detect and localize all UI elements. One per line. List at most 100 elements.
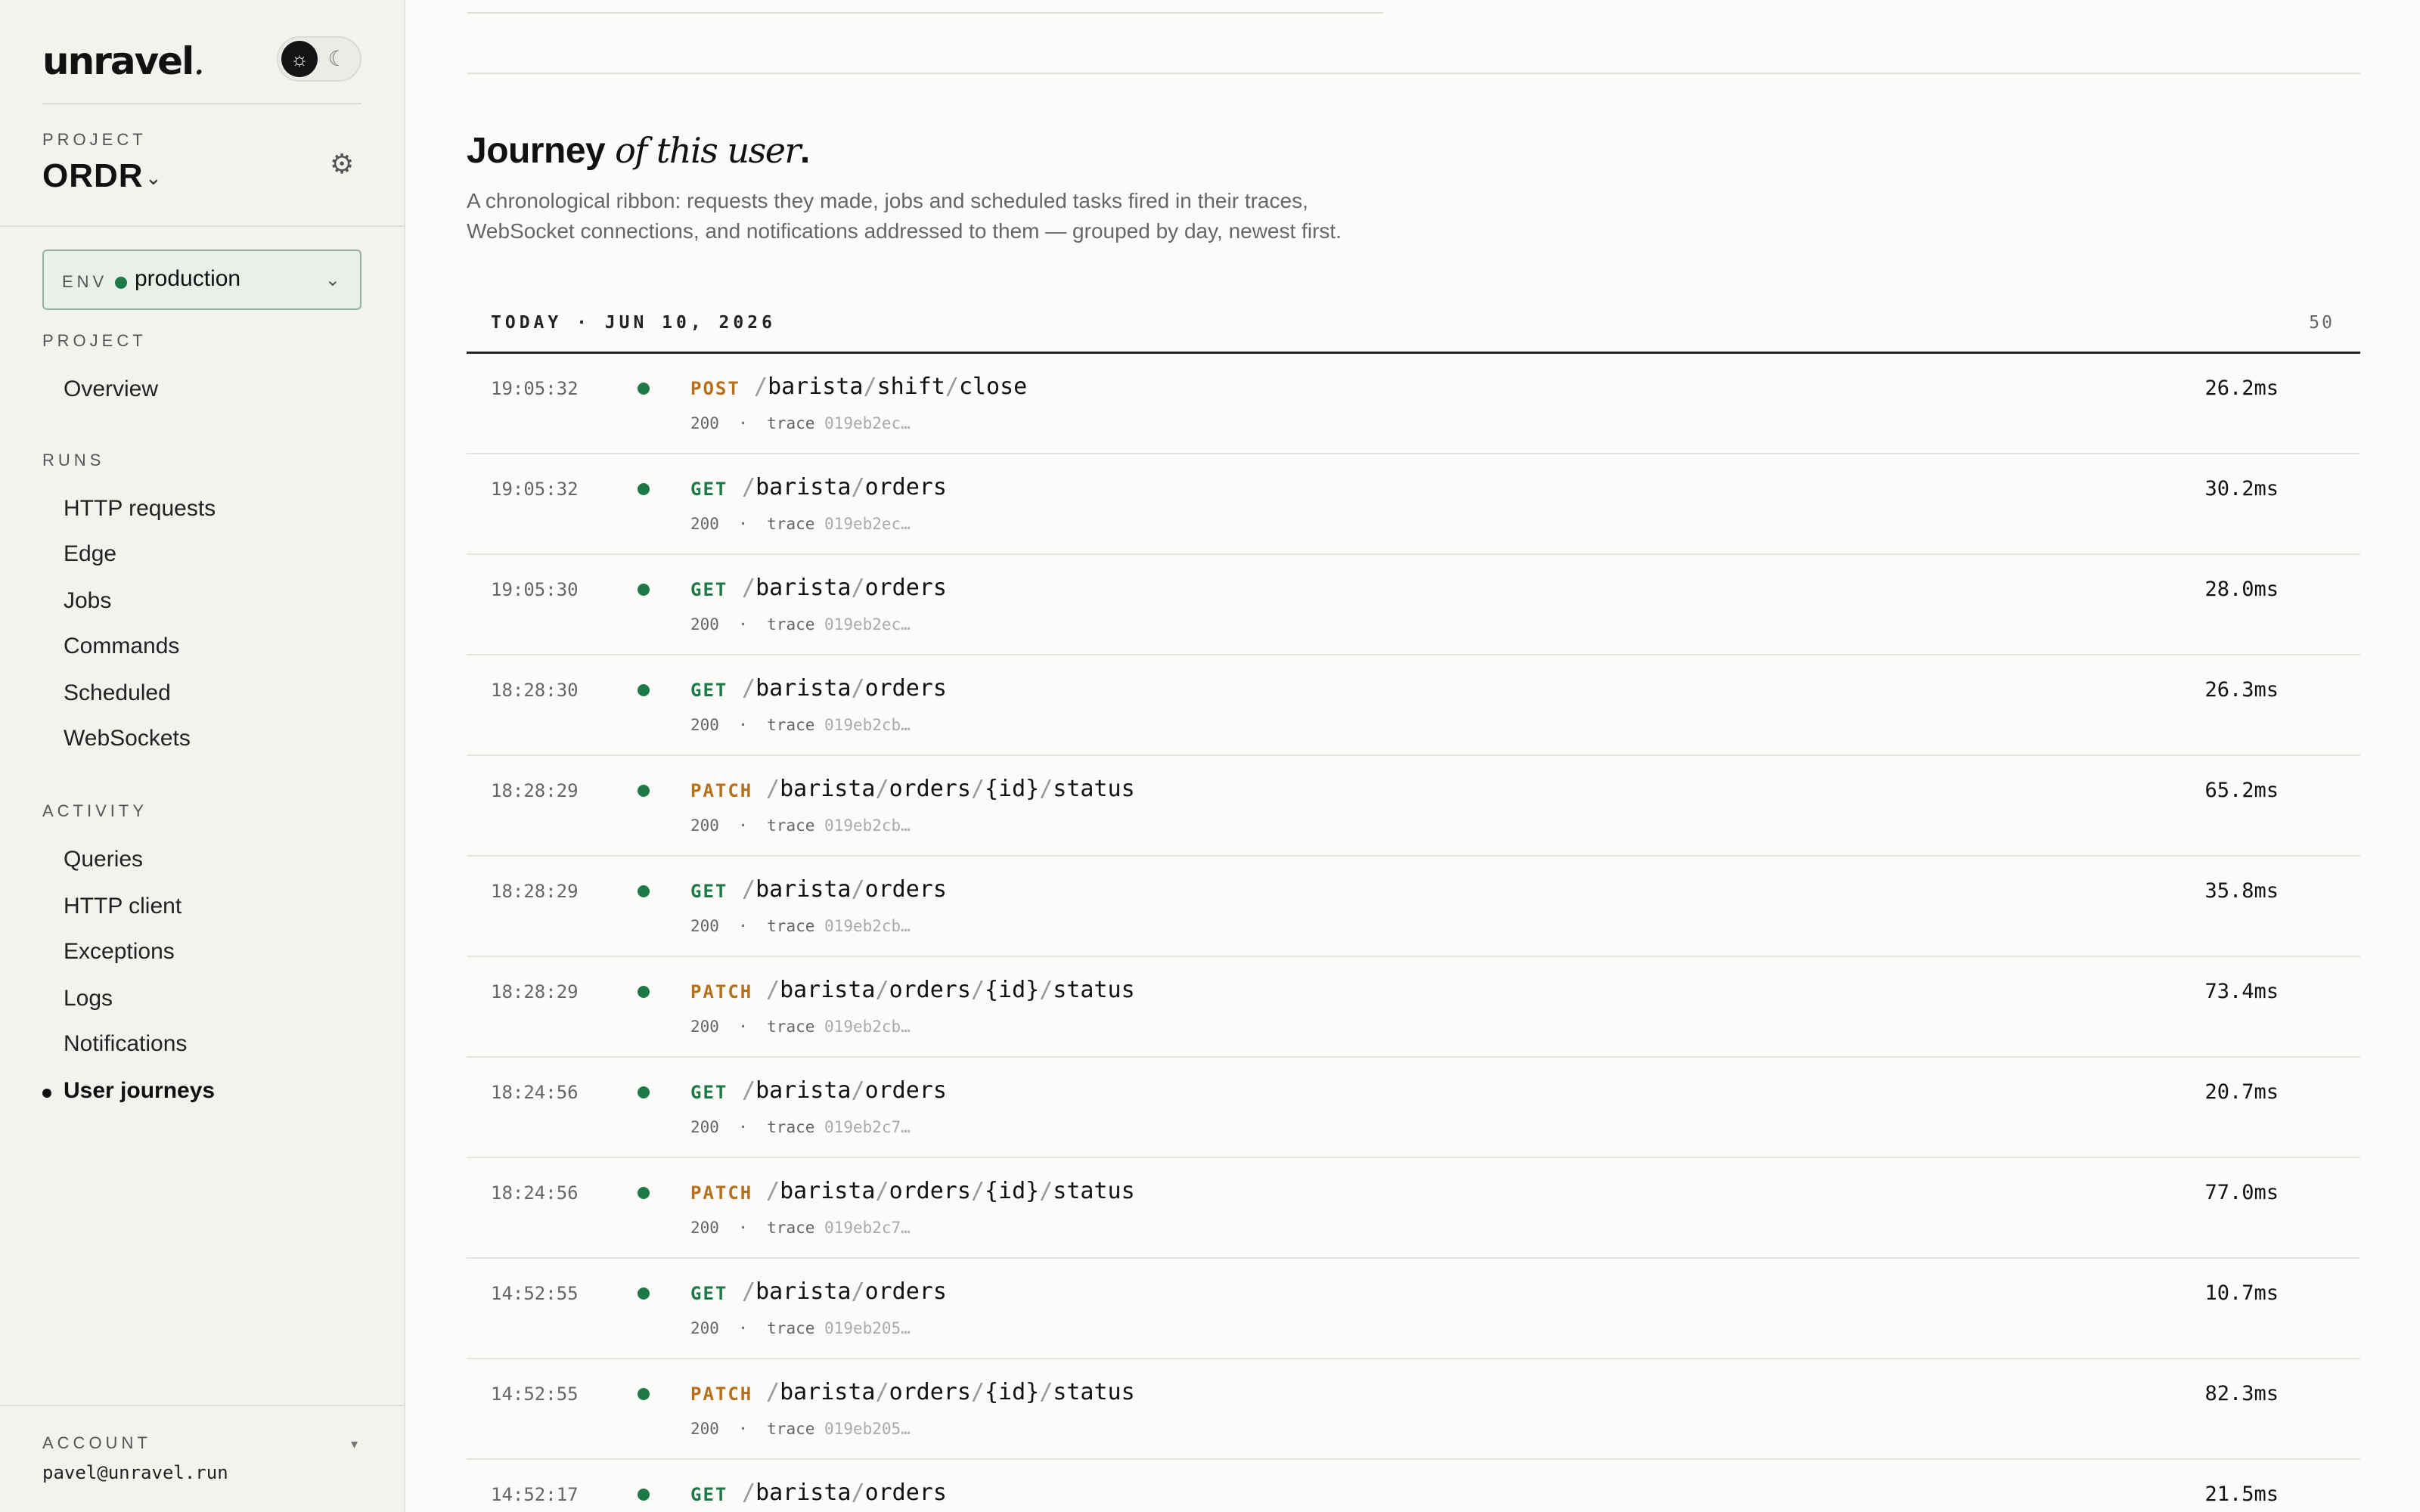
journey-row[interactable]: 18:24:56 GET /barista/orders 200 · trace… (467, 1058, 2360, 1158)
row-path[interactable]: /barista/orders (742, 1278, 947, 1305)
project-label: PROJECT (42, 130, 147, 149)
sidebar-item-overview[interactable]: Overview (64, 376, 158, 402)
row-path[interactable]: /barista/orders/{id}/status (766, 977, 1135, 1003)
row-meta: 200 · trace 019eb2cb… (690, 917, 911, 935)
main-content: Journey of this user. A chronological ri… (406, 0, 2420, 1512)
status-dot (638, 986, 650, 998)
row-path[interactable]: /barista/orders (742, 575, 947, 601)
brand-row: unravel. ☼ ☾ (42, 36, 361, 104)
day-label: TODAY · JUN 10, 2026 (491, 313, 776, 333)
sidebar-item-websockets[interactable]: WebSockets (64, 726, 191, 751)
gear-icon[interactable]: ⚙ (330, 148, 354, 180)
row-duration: 73.4ms (2204, 980, 2279, 1003)
row-method: PATCH (690, 780, 753, 801)
caret-down-icon[interactable]: ▾ (351, 1436, 358, 1452)
row-status: 200 (690, 1219, 719, 1237)
sidebar: unravel. ☼ ☾ PROJECT ORDR ⌄ ⚙ ENV produc… (0, 0, 405, 1512)
row-meta: 200 · trace 019eb2cb… (690, 1018, 911, 1036)
row-status: 200 (690, 615, 719, 634)
row-method: GET (690, 579, 728, 600)
row-trace-id[interactable]: 019eb2c7… (824, 1219, 911, 1237)
sidebar-item-notifications[interactable]: Notifications (64, 1031, 187, 1057)
sidebar-item-user-journeys[interactable]: User journeys (64, 1078, 215, 1104)
journey-row[interactable]: 14:52:55 PATCH /barista/orders/{id}/stat… (467, 1359, 2360, 1460)
sidebar-item-jobs[interactable]: Jobs (64, 588, 111, 614)
sidebar-item-queries[interactable]: Queries (64, 847, 143, 872)
row-trace-label: trace (767, 1018, 815, 1036)
row-path[interactable]: /barista/orders (742, 1479, 947, 1506)
row-trace-id[interactable]: 019eb2cb… (824, 1018, 911, 1036)
row-time: 19:05:32 (491, 378, 579, 399)
account-label: ACCOUNT (42, 1433, 151, 1452)
status-dot (638, 885, 650, 897)
chevron-down-icon[interactable]: ⌄ (145, 166, 162, 190)
row-trace-id[interactable]: 019eb205… (824, 1420, 911, 1438)
row-trace-id[interactable]: 019eb2cb… (824, 716, 911, 734)
row-trace-id[interactable]: 019eb2cb… (824, 816, 911, 835)
journey-row[interactable]: 18:28:29 PATCH /barista/orders/{id}/stat… (467, 756, 2360, 857)
row-method: GET (690, 1082, 728, 1103)
project-name[interactable]: ORDR (42, 157, 144, 195)
status-dot (638, 1287, 650, 1300)
sidebar-item-logs[interactable]: Logs (64, 986, 113, 1012)
sidebar-item-edge[interactable]: Edge (64, 541, 116, 567)
row-path[interactable]: /barista/orders/{id}/status (766, 1379, 1135, 1405)
page-title: Journey of this user. (467, 130, 810, 172)
journey-row[interactable]: 19:05:30 GET /barista/orders 200 · trace… (467, 555, 2360, 655)
row-time: 18:28:29 (491, 780, 579, 801)
sidebar-item-commands[interactable]: Commands (64, 634, 179, 659)
row-status: 200 (690, 1420, 719, 1438)
row-method: PATCH (690, 981, 753, 1002)
logo-mark: . (193, 39, 205, 83)
env-status-dot (115, 277, 127, 289)
row-duration: 26.3ms (2204, 678, 2279, 702)
row-trace-id[interactable]: 019eb2ec… (824, 515, 911, 533)
row-status: 200 (690, 515, 719, 533)
nav-section-project: PROJECT (42, 331, 147, 350)
row-duration: 10.7ms (2204, 1281, 2279, 1305)
journey-row[interactable]: 19:05:32 POST /barista/shift/close 200 ·… (467, 354, 2360, 454)
row-status: 200 (690, 816, 719, 835)
row-trace-label: trace (767, 1118, 815, 1136)
row-trace-label: trace (767, 816, 815, 835)
journey-row[interactable]: 19:05:32 GET /barista/orders 200 · trace… (467, 454, 2360, 555)
journey-row[interactable]: 18:28:29 PATCH /barista/orders/{id}/stat… (467, 957, 2360, 1058)
sidebar-item-scheduled[interactable]: Scheduled (64, 680, 171, 706)
journey-row[interactable]: 18:28:30 GET /barista/orders 200 · trace… (467, 655, 2360, 756)
row-trace-id[interactable]: 019eb2c7… (824, 1118, 911, 1136)
row-path[interactable]: /barista/orders (742, 876, 947, 903)
row-time: 18:28:30 (491, 680, 579, 701)
env-selector[interactable]: ENV production ⌄ (42, 249, 361, 310)
divider (467, 12, 1383, 14)
account-email[interactable]: pavel@unravel.run (42, 1462, 228, 1483)
row-meta: 200 · trace 019eb2ec… (690, 414, 911, 432)
row-path[interactable]: /barista/orders/{id}/status (766, 1178, 1135, 1204)
row-path[interactable]: /barista/orders (742, 474, 947, 500)
row-path[interactable]: /barista/orders (742, 1077, 947, 1104)
moon-icon[interactable]: ☾ (322, 42, 352, 76)
row-time: 19:05:32 (491, 479, 579, 500)
row-method: GET (690, 680, 728, 701)
sidebar-item-http-requests[interactable]: HTTP requests (64, 496, 216, 522)
row-status: 200 (690, 1319, 719, 1337)
theme-toggle[interactable]: ☼ ☾ (277, 36, 361, 82)
row-path[interactable]: /barista/orders/{id}/status (766, 776, 1135, 802)
journey-row[interactable]: 14:52:55 GET /barista/orders 200 · trace… (467, 1259, 2360, 1359)
journey-row[interactable]: 18:28:29 GET /barista/orders 200 · trace… (467, 857, 2360, 957)
row-path[interactable]: /barista/orders (742, 675, 947, 702)
row-time: 14:52:17 (491, 1484, 579, 1505)
journey-row[interactable]: 14:52:17 GET /barista/orders 21.5ms (467, 1460, 2360, 1512)
logo[interactable]: unravel. (42, 39, 205, 83)
journey-row[interactable]: 18:24:56 PATCH /barista/orders/{id}/stat… (467, 1158, 2360, 1259)
row-trace-id[interactable]: 019eb2ec… (824, 615, 911, 634)
sidebar-item-exceptions[interactable]: Exceptions (64, 939, 175, 965)
row-trace-label: trace (767, 1319, 815, 1337)
row-trace-id[interactable]: 019eb2ec… (824, 414, 911, 432)
sidebar-item-http-client[interactable]: HTTP client (64, 894, 182, 919)
row-trace-id[interactable]: 019eb2cb… (824, 917, 911, 935)
row-path[interactable]: /barista/shift/close (754, 373, 1027, 400)
row-time: 14:52:55 (491, 1383, 579, 1405)
row-trace-id[interactable]: 019eb205… (824, 1319, 911, 1337)
row-time: 18:28:29 (491, 881, 579, 902)
sun-icon[interactable]: ☼ (281, 41, 318, 77)
